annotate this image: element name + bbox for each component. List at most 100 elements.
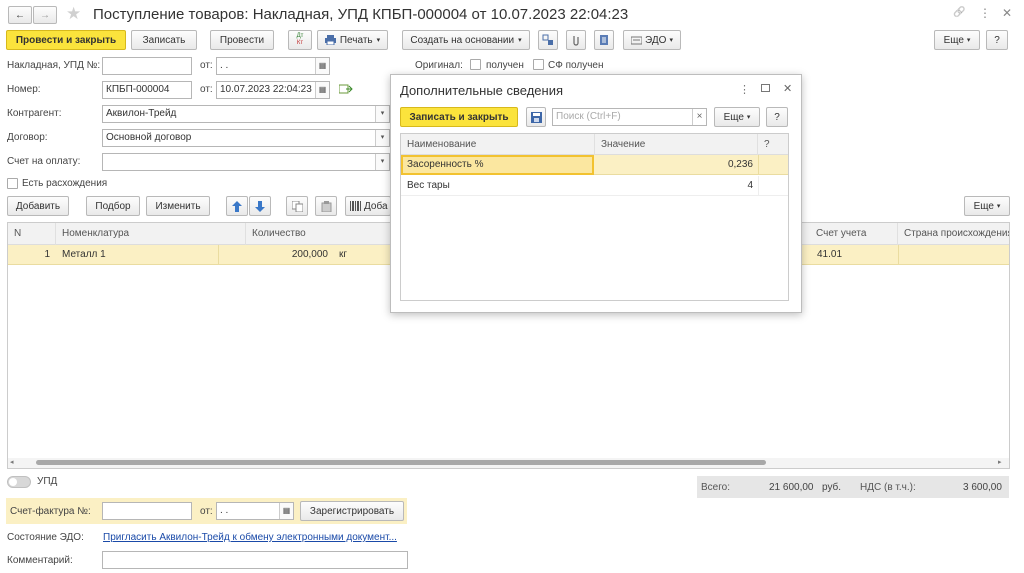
dialog-search-input[interactable]: Поиск (Ctrl+F) × bbox=[552, 108, 707, 126]
copy-row-button[interactable] bbox=[286, 196, 308, 216]
change-button[interactable]: Изменить bbox=[146, 196, 210, 216]
contract-field[interactable]: Основной договор ▾ bbox=[102, 129, 390, 147]
calendar-icon[interactable]: ▦ bbox=[315, 58, 329, 74]
favorite-star-icon[interactable]: ★ bbox=[66, 4, 81, 24]
add-row-button[interactable]: Добавить bbox=[7, 196, 69, 216]
post-button[interactable]: Провести bbox=[210, 30, 274, 50]
attach-button[interactable] bbox=[566, 30, 586, 50]
sf-received-checkbox[interactable] bbox=[533, 59, 544, 70]
edo-invite-link[interactable]: Пригласить Аквилон-Трейд к обмену электр… bbox=[103, 532, 397, 543]
dialog-col-name[interactable]: Наименование bbox=[401, 134, 595, 155]
move-down-button[interactable] bbox=[249, 196, 271, 216]
dialog-more-icon[interactable]: ⋮ bbox=[739, 83, 750, 96]
chevron-down-icon[interactable]: ▾ bbox=[375, 130, 389, 146]
col-nomenclature[interactable]: Номенклатура bbox=[56, 223, 246, 245]
contract-label: Договор: bbox=[7, 132, 48, 143]
col-country[interactable]: Страна происхождения bbox=[898, 223, 1009, 245]
payment-invoice-field[interactable]: ▾ bbox=[102, 153, 390, 171]
structure-button[interactable] bbox=[538, 30, 558, 50]
kt-icon: Кт bbox=[296, 40, 304, 46]
invoice-date-field[interactable]: . . ▦ bbox=[216, 57, 330, 75]
discrepancy-label: Есть расхождения bbox=[22, 178, 108, 189]
forward-arrow-icon: → bbox=[40, 9, 50, 21]
original-label: Оригинал: bbox=[415, 60, 463, 71]
paperclip-icon bbox=[573, 36, 579, 46]
vat-label: НДС (в т.ч.): bbox=[860, 482, 916, 493]
dialog-row-name: Вес тары bbox=[407, 180, 450, 191]
dialog-more-button[interactable]: Еще ▾ bbox=[714, 107, 760, 127]
discrepancy-checkbox[interactable] bbox=[7, 178, 18, 189]
invoice-number-field[interactable] bbox=[102, 57, 192, 75]
forward-button[interactable]: → bbox=[33, 6, 57, 24]
help-button[interactable]: ? bbox=[986, 30, 1008, 50]
create-based-on-button[interactable]: Создать на основании ▾ bbox=[402, 30, 530, 50]
dialog-row[interactable]: Засоренность % 0,236 bbox=[401, 155, 788, 175]
original-received-checkbox[interactable] bbox=[470, 59, 481, 70]
counterparty-label: Контрагент: bbox=[7, 108, 62, 119]
sf-date-field[interactable]: . . ▦ bbox=[216, 502, 294, 520]
dialog-title: Дополнительные сведения bbox=[400, 83, 564, 98]
dialog-row[interactable]: Вес тары 4 bbox=[401, 176, 788, 196]
col-quantity[interactable]: Количество bbox=[246, 223, 406, 245]
window-title: Поступление товаров: Накладная, УПД КПБП… bbox=[93, 6, 629, 23]
number-field[interactable]: КПБП-000004 bbox=[102, 81, 192, 99]
more-button[interactable]: Еще ▾ bbox=[934, 30, 980, 50]
sf-number-field[interactable] bbox=[102, 502, 192, 520]
report-button[interactable] bbox=[594, 30, 614, 50]
row-unit: кг bbox=[339, 249, 348, 260]
copy-icon bbox=[291, 200, 303, 212]
save-disk-icon bbox=[530, 111, 542, 123]
dialog-col-value[interactable]: Значение bbox=[595, 134, 758, 155]
close-icon[interactable]: ✕ bbox=[1002, 6, 1012, 20]
row-country bbox=[904, 245, 1004, 265]
upd-toggle[interactable] bbox=[7, 476, 31, 488]
table-more-button[interactable]: Еще ▾ bbox=[964, 196, 1010, 216]
edo-button[interactable]: ЭДО ▾ bbox=[623, 30, 681, 50]
number-date-field[interactable]: 10.07.2023 22:04:23 ▦ bbox=[216, 81, 330, 99]
counterparty-field[interactable]: Аквилон-Трейд ▾ bbox=[102, 105, 390, 123]
row-quantity: 200,000 bbox=[291, 249, 328, 260]
vat-value: 3 600,00 bbox=[963, 482, 1002, 493]
comment-field[interactable] bbox=[102, 551, 408, 569]
register-button[interactable]: Зарегистрировать bbox=[300, 501, 404, 521]
col-account[interactable]: Счет учета bbox=[810, 223, 898, 245]
sf-received-label: СФ получен bbox=[548, 60, 604, 71]
maximize-icon[interactable] bbox=[761, 84, 770, 92]
chevron-down-icon: ▾ bbox=[966, 37, 971, 44]
number-label: Номер: bbox=[7, 84, 41, 95]
scroll-right-icon[interactable]: ▸ bbox=[998, 458, 1002, 466]
report-icon bbox=[600, 35, 608, 45]
chevron-down-icon[interactable]: ▾ bbox=[375, 106, 389, 122]
col-n[interactable]: N bbox=[8, 223, 56, 245]
dialog-col-q[interactable]: ? bbox=[758, 134, 788, 155]
state-icon[interactable] bbox=[338, 83, 353, 98]
dialog-row-value: 4 bbox=[747, 180, 753, 191]
scrollbar-thumb[interactable] bbox=[36, 460, 766, 465]
dialog-row-name: Засоренность % bbox=[407, 159, 484, 170]
post-and-close-button[interactable]: Провести и закрыть bbox=[6, 30, 126, 50]
dialog-help-button[interactable]: ? bbox=[766, 107, 788, 127]
print-button[interactable]: Печать ▾ bbox=[317, 30, 388, 50]
printer-icon bbox=[324, 35, 336, 45]
edo-state-label: Состояние ЭДО: bbox=[7, 532, 84, 543]
move-up-button[interactable] bbox=[226, 196, 248, 216]
original-received-label: получен bbox=[486, 60, 524, 71]
save-button[interactable]: Записать bbox=[131, 30, 197, 50]
dialog-save-button[interactable] bbox=[526, 107, 546, 127]
calendar-icon[interactable]: ▦ bbox=[315, 82, 329, 98]
horizontal-scrollbar[interactable]: ◂ ▸ bbox=[8, 458, 1009, 468]
clear-search-icon[interactable]: × bbox=[692, 109, 706, 125]
dialog-close-icon[interactable]: ✕ bbox=[783, 82, 792, 95]
dialog-save-close-button[interactable]: Записать и закрыть bbox=[400, 107, 518, 127]
link-icon[interactable]: 🔗 bbox=[953, 7, 965, 18]
dtkt-button[interactable]: Дт Кт bbox=[288, 30, 312, 50]
add-items-button[interactable]: Доба bbox=[345, 196, 391, 216]
paste-row-button[interactable] bbox=[315, 196, 337, 216]
back-button[interactable]: ← bbox=[8, 6, 32, 24]
select-button[interactable]: Подбор bbox=[86, 196, 140, 216]
upd-label: УПД bbox=[37, 476, 58, 487]
more-actions-icon[interactable]: ⋮ bbox=[979, 6, 991, 20]
calendar-icon[interactable]: ▦ bbox=[279, 503, 293, 519]
scroll-left-icon[interactable]: ◂ bbox=[10, 458, 14, 466]
chevron-down-icon[interactable]: ▾ bbox=[375, 154, 389, 170]
